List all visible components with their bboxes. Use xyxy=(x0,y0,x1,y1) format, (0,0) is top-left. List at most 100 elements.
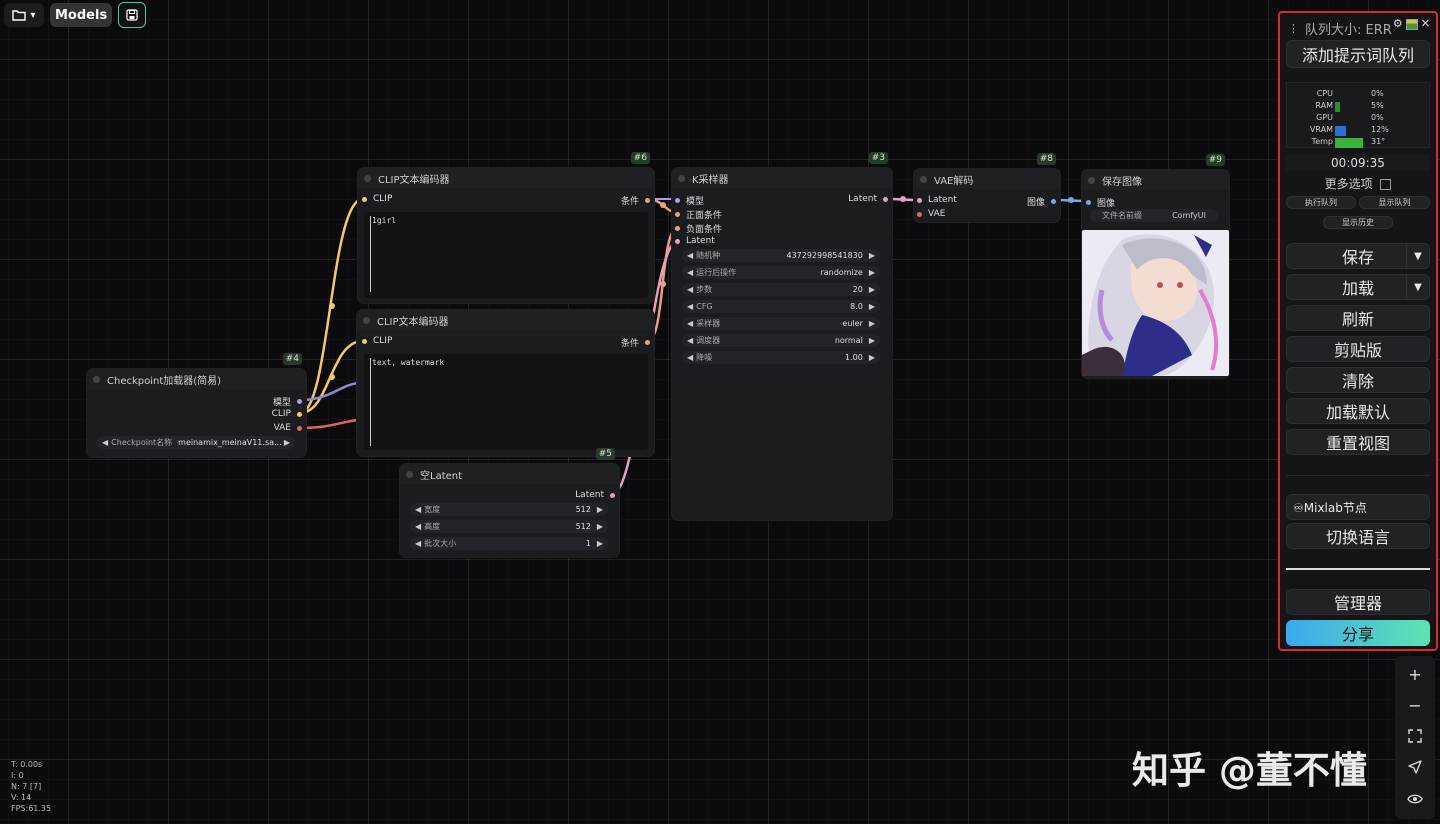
decrement-arrow-icon[interactable]: ◀ xyxy=(687,353,693,362)
clip-text-encode-node-positive[interactable]: #6 CLIP文本编码器 CLIP 条件 1girl xyxy=(358,152,654,303)
node-title[interactable]: CLIP文本编码器 xyxy=(358,168,654,188)
widget-batch-size[interactable]: ◀ 批次大小 1 ▶ xyxy=(410,537,608,550)
increment-arrow-icon[interactable]: ▶ xyxy=(284,438,290,447)
drag-handle-icon[interactable]: ⋮ xyxy=(1288,22,1299,35)
collapse-dot[interactable] xyxy=(406,470,413,478)
input-slot-negative[interactable]: 负面条件 xyxy=(675,222,722,235)
load-dropdown-icon[interactable]: ▼ xyxy=(1406,275,1429,299)
clear-button[interactable]: 清除 xyxy=(1286,367,1430,393)
node-title[interactable]: 空Latent xyxy=(400,464,619,484)
load-button[interactable]: 加载 ▼ xyxy=(1286,274,1430,300)
navigate-icon[interactable] xyxy=(1395,753,1435,781)
decrement-arrow-icon[interactable]: ◀ xyxy=(687,268,693,277)
widget-sampler[interactable]: ◀ 采样器 euler ▶ xyxy=(682,317,880,330)
input-slot-images[interactable]: 图像 xyxy=(1086,196,1115,209)
input-slot-positive[interactable]: 正面条件 xyxy=(675,208,722,221)
output-slot-image[interactable]: 图像 xyxy=(1027,195,1056,208)
panel-header[interactable]: ⋮ 队列大小: ERR xyxy=(1288,19,1392,38)
widget-denoise[interactable]: ◀ 降噪 1.00 ▶ xyxy=(682,351,880,364)
collapse-dot[interactable] xyxy=(93,375,100,383)
input-slot-latent[interactable]: Latent xyxy=(675,236,715,246)
save-image-node[interactable]: #9 保存图像 图像 文件名前缀 ComfyUI xyxy=(1082,154,1229,378)
widget-checkpoint-name[interactable]: ◀ Checkpoint名称 meinamix_meinaV11.sa... ▶ xyxy=(97,436,295,449)
widget-steps[interactable]: ◀ 步数 20 ▶ xyxy=(682,283,880,296)
increment-arrow-icon[interactable]: ▶ xyxy=(597,522,603,531)
input-slot-latent[interactable]: Latent xyxy=(917,195,957,205)
widget-width[interactable]: ◀ 宽度 512 ▶ xyxy=(410,503,608,516)
widget-cfg[interactable]: ◀ CFG 8.0 ▶ xyxy=(682,300,880,313)
vae-decode-node[interactable]: #8 VAE解码 Latent VAE 图像 xyxy=(914,153,1060,222)
widget-control-after-generate[interactable]: ◀ 运行后操作 randomize ▶ xyxy=(682,266,880,279)
image-preview[interactable] xyxy=(1082,230,1229,376)
output-slot-latent[interactable]: Latent xyxy=(848,194,888,204)
save-button[interactable]: 保存 ▼ xyxy=(1286,243,1430,269)
output-slot-latent[interactable]: Latent xyxy=(575,490,615,500)
execute-queue-button[interactable]: 执行队列 xyxy=(1286,196,1356,209)
close-icon[interactable]: ✕ xyxy=(1421,17,1430,30)
clipspace-button[interactable]: 剪贴版 xyxy=(1286,336,1430,362)
increment-arrow-icon[interactable]: ▶ xyxy=(869,302,875,311)
input-slot-model[interactable]: 模型 xyxy=(675,194,704,207)
load-default-button[interactable]: 加载默认 xyxy=(1286,398,1430,424)
node-title[interactable]: 保存图像 xyxy=(1082,170,1229,190)
share-button[interactable]: 分享 xyxy=(1286,620,1430,646)
decrement-arrow-icon[interactable]: ◀ xyxy=(687,285,693,294)
prompt-textarea[interactable]: 1girl xyxy=(364,212,648,298)
more-options-toggle[interactable]: 更多选项 xyxy=(1280,175,1436,192)
widget-scheduler[interactable]: ◀ 调度器 normal ▶ xyxy=(682,334,880,347)
clip-text-encode-node-negative[interactable]: CLIP文本编码器 CLIP 条件 text, watermark xyxy=(357,310,654,456)
models-button[interactable]: Models xyxy=(50,3,113,27)
widget-seed[interactable]: ◀ 随机种 437292998541830 ▶ xyxy=(682,249,880,262)
collapse-dot[interactable] xyxy=(1088,176,1095,184)
window-icon[interactable] xyxy=(1405,19,1418,30)
increment-arrow-icon[interactable]: ▶ xyxy=(869,353,875,362)
decrement-arrow-icon[interactable]: ◀ xyxy=(415,505,421,514)
ksampler-node[interactable]: #3 K采样器 模型 正面条件 负面条件 Latent Latent ◀ 随机种 4… xyxy=(672,152,892,520)
decrement-arrow-icon[interactable]: ◀ xyxy=(687,302,693,311)
workflow-menu-button[interactable]: ▾ xyxy=(4,3,44,27)
mixlab-nodes-button[interactable]: ♾Mixlab节点 xyxy=(1286,494,1430,520)
output-slot-conditioning[interactable]: 条件 xyxy=(621,194,650,207)
zoom-out-icon[interactable]: − xyxy=(1395,691,1435,719)
reset-view-button[interactable]: 重置视图 xyxy=(1286,429,1430,455)
input-slot-vae[interactable]: VAE xyxy=(917,209,945,219)
decrement-arrow-icon[interactable]: ◀ xyxy=(687,336,693,345)
decrement-arrow-icon[interactable]: ◀ xyxy=(102,438,108,447)
collapse-dot[interactable] xyxy=(363,316,370,324)
increment-arrow-icon[interactable]: ▶ xyxy=(869,319,875,328)
increment-arrow-icon[interactable]: ▶ xyxy=(869,268,875,277)
show-history-button[interactable]: 显示历史 xyxy=(1323,216,1393,229)
fit-view-icon[interactable] xyxy=(1395,722,1435,750)
save-dropdown-icon[interactable]: ▼ xyxy=(1406,244,1429,268)
output-slot-conditioning[interactable]: 条件 xyxy=(621,336,650,349)
show-queue-button[interactable]: 显示队列 xyxy=(1359,196,1430,209)
switch-language-button[interactable]: 切换语言 xyxy=(1286,523,1430,549)
eye-icon[interactable] xyxy=(1395,785,1435,813)
widget-filename-prefix[interactable]: 文件名前缀 ComfyUI xyxy=(1090,209,1218,222)
increment-arrow-icon[interactable]: ▶ xyxy=(869,285,875,294)
refresh-button[interactable]: 刷新 xyxy=(1286,305,1430,331)
gear-icon[interactable]: ⚙ xyxy=(1393,17,1403,30)
save-workflow-button[interactable] xyxy=(118,2,147,28)
node-title[interactable]: Checkpoint加载器(简易) xyxy=(87,369,306,389)
queue-prompt-button[interactable]: 添加提示词队列 xyxy=(1286,40,1430,68)
checkpoint-loader-node[interactable]: #4 Checkpoint加载器(简易) 模型 CLIP VAE ◀ Checkp… xyxy=(87,353,306,457)
zoom-in-icon[interactable]: + xyxy=(1395,660,1435,688)
output-slot-clip[interactable]: CLIP xyxy=(272,409,302,419)
widget-height[interactable]: ◀ 高度 512 ▶ xyxy=(410,520,608,533)
input-slot-clip[interactable]: CLIP xyxy=(362,336,392,346)
prompt-textarea[interactable]: text, watermark xyxy=(364,354,648,450)
collapse-dot[interactable] xyxy=(678,174,685,182)
manager-button[interactable]: 管理器 xyxy=(1286,589,1430,615)
decrement-arrow-icon[interactable]: ◀ xyxy=(415,522,421,531)
output-slot-model[interactable]: 模型 xyxy=(273,395,302,408)
node-title[interactable]: VAE解码 xyxy=(914,169,1060,189)
empty-latent-node[interactable]: #5 空Latent Latent ◀ 宽度 512 ▶ ◀ 高度 512 ▶ ◀ 批次大小 1… xyxy=(400,448,619,557)
decrement-arrow-icon[interactable]: ◀ xyxy=(687,319,693,328)
increment-arrow-icon[interactable]: ▶ xyxy=(597,505,603,514)
output-slot-vae[interactable]: VAE xyxy=(274,423,302,433)
decrement-arrow-icon[interactable]: ◀ xyxy=(415,539,421,548)
collapse-dot[interactable] xyxy=(364,174,371,182)
increment-arrow-icon[interactable]: ▶ xyxy=(869,336,875,345)
decrement-arrow-icon[interactable]: ◀ xyxy=(687,251,693,260)
